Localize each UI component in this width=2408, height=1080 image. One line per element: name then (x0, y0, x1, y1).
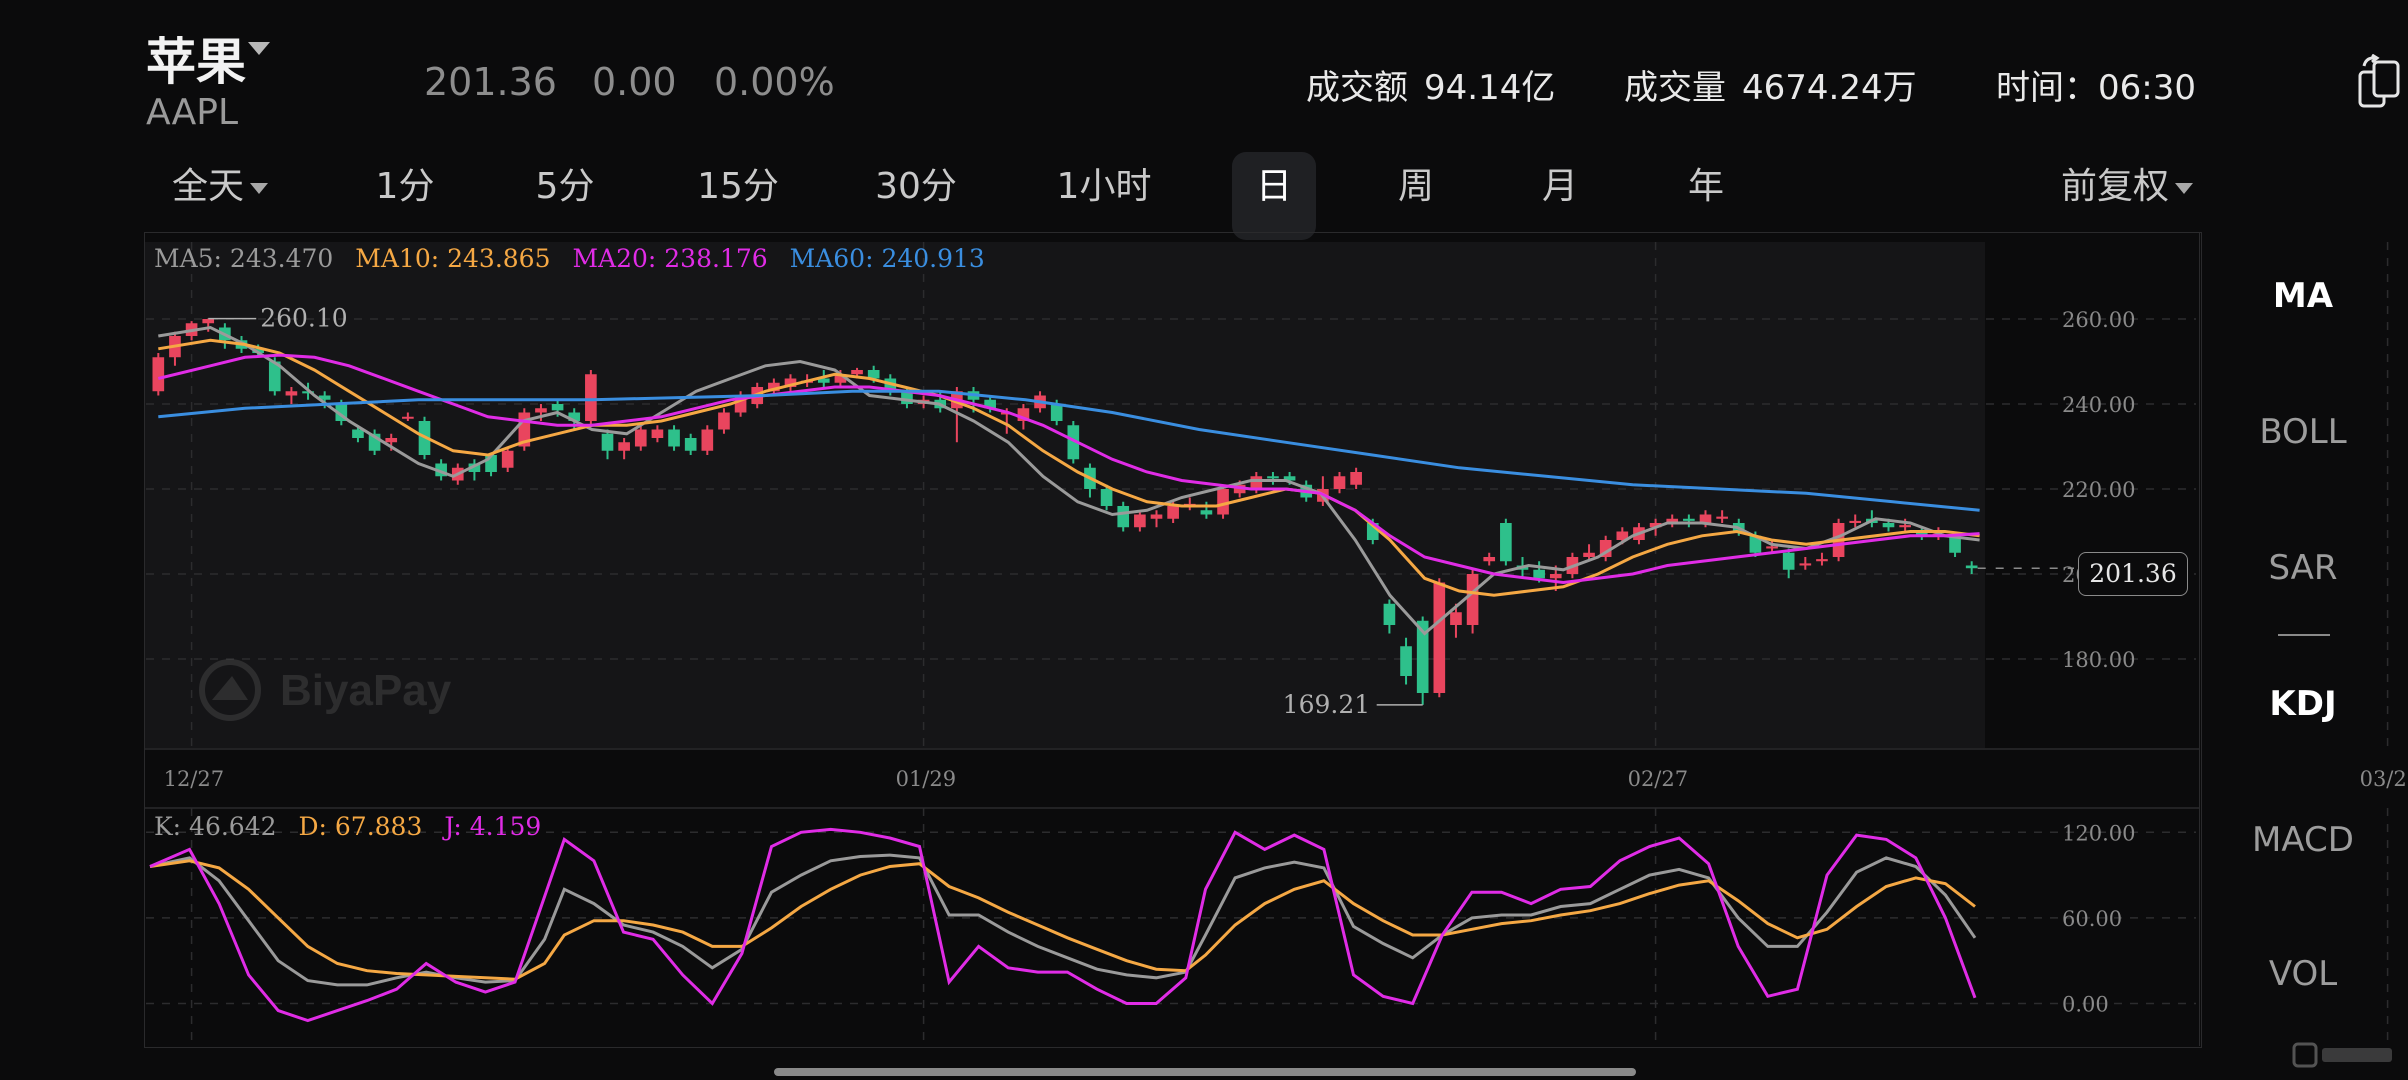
candle-body (1383, 603, 1396, 625)
indicator-boll[interactable]: BOLL (2198, 412, 2408, 452)
candle-body (1583, 552, 1595, 557)
candle-body (1200, 510, 1213, 515)
d-line (149, 859, 1976, 981)
candle-body (152, 357, 165, 392)
candle-body (1549, 574, 1562, 579)
high-marker-label: 260.10 (260, 304, 347, 333)
candle-body (285, 391, 298, 396)
candle-body (1533, 569, 1545, 579)
candle-body (1882, 523, 1895, 528)
candle-body (551, 404, 564, 411)
candle-body (1350, 472, 1362, 485)
y-tick-label: 260.00 (2062, 308, 2135, 332)
horizontal-scrollbar[interactable] (774, 1068, 1636, 1076)
candle-body (851, 370, 863, 375)
kdj-lines (149, 827, 1977, 1023)
corner-watermark-logo (2292, 1040, 2400, 1070)
svg-text:BiyaPay: BiyaPay (280, 666, 452, 715)
candle-body (634, 429, 647, 447)
candle-body (701, 429, 714, 451)
last-price-tag: 201.36 (2078, 552, 2188, 596)
candle-body (501, 450, 514, 468)
candle-body (1782, 552, 1795, 570)
candle-body (1267, 476, 1279, 479)
candle-body (1150, 514, 1163, 519)
k-legend: K: 46.642 (154, 812, 277, 841)
candle-body (352, 429, 364, 438)
candle-body (585, 374, 597, 421)
x-tick-label: 12/27 (164, 767, 225, 791)
candle-body (718, 412, 730, 430)
candle-body (1167, 506, 1179, 519)
candle-body (1050, 404, 1063, 421)
candle-body (1899, 525, 1911, 528)
candle-body (1965, 565, 1978, 569)
candle-body (1466, 574, 1479, 625)
candle-body (1250, 476, 1263, 489)
candle-body (1799, 563, 1812, 566)
candle-body (1400, 646, 1412, 676)
candle-body (684, 438, 697, 451)
d-legend: D: 67.883 (298, 812, 423, 841)
candle-body (618, 442, 630, 451)
candle-body (202, 319, 215, 324)
candle-body (651, 429, 664, 438)
indicator-vol[interactable]: VOL (2198, 954, 2408, 994)
candle-body (668, 429, 680, 447)
indicator-kdj[interactable]: KDJ (2198, 684, 2408, 724)
y-tick-label: 120.00 (2062, 821, 2135, 845)
candle-body (1433, 582, 1446, 693)
candle-body (1100, 489, 1113, 506)
candle-body (1500, 523, 1512, 562)
candle-body (535, 408, 547, 413)
candle-body (1766, 546, 1778, 549)
candle-body (1816, 559, 1828, 562)
kdj-legend: K: 46.642 D: 67.883 J: 4.159 (154, 812, 541, 841)
indicator-divider (2278, 634, 2330, 636)
y-tick-label: 60.00 (2062, 907, 2122, 931)
candle-body (1450, 612, 1462, 625)
candle-body (1217, 489, 1229, 515)
ma20-legend: MA20: 238.176 (572, 244, 768, 273)
ma-legend: MA5: 243.470 MA10: 243.865 MA20: 238.176… (154, 244, 985, 273)
candle-body (601, 433, 614, 451)
indicator-ma[interactable]: MA (2198, 276, 2408, 316)
stock-chart[interactable]: BiyaPay 260.10 169.21 260.00 240.00 220.00 2… (0, 0, 2408, 1080)
x-tick-label: 02/27 (1628, 767, 1689, 791)
ma10-legend: MA10: 243.865 (355, 244, 551, 273)
candle-body (1483, 557, 1496, 562)
candle-body (1117, 506, 1130, 528)
j-legend: J: 4.159 (444, 812, 542, 841)
candle-body (1333, 476, 1346, 489)
low-marker-label: 169.21 (1283, 690, 1370, 719)
candle-body (1849, 520, 1862, 523)
ma60-legend: MA60: 240.913 (789, 244, 985, 273)
candle-body (1134, 514, 1146, 528)
y-tick-label: 220.00 (2062, 478, 2135, 502)
candle-body (385, 438, 398, 443)
candle-body (1683, 518, 1695, 521)
candle-body (402, 416, 414, 419)
indicator-macd[interactable]: MACD (2198, 820, 2408, 860)
j-line (149, 827, 1977, 1023)
y-tick-label: 180.00 (2062, 648, 2135, 672)
x-tick-label: 03/27 (2360, 767, 2408, 791)
candle-body (1716, 516, 1728, 519)
x-tick-label: 01/29 (896, 767, 957, 791)
y-tick-label: 240.00 (2062, 393, 2135, 417)
indicator-sar[interactable]: SAR (2198, 548, 2408, 588)
ma5-legend: MA5: 243.470 (154, 244, 334, 273)
y-tick-label: 0.00 (2062, 992, 2109, 1016)
